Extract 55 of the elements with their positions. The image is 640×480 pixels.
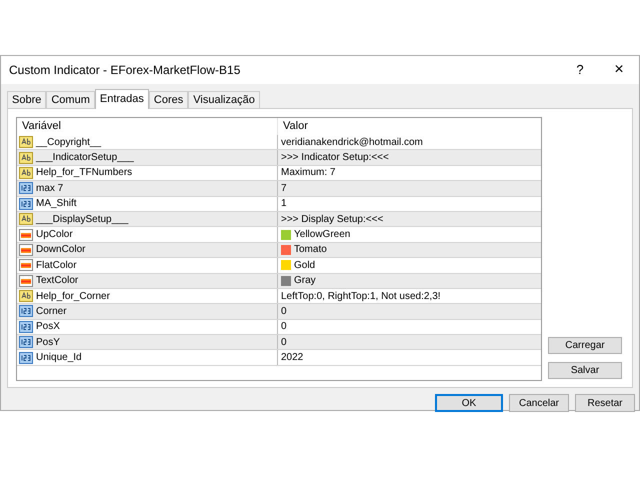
- number-type-icon: [19, 336, 33, 348]
- side-button[interactable]: Carregar: [548, 337, 622, 354]
- text-type-icon: [19, 290, 33, 302]
- window-title: Custom Indicator - EForex-MarketFlow-B15: [9, 62, 242, 79]
- side-button[interactable]: Salvar: [548, 362, 622, 379]
- variable-name: Help_for_Corner: [36, 290, 110, 304]
- variable-name: PosY: [36, 336, 60, 350]
- column-header[interactable]: Valor: [278, 118, 541, 135]
- tab[interactable]: Comum: [46, 91, 95, 108]
- value-text: Tomato: [294, 243, 327, 258]
- value-text: LeftTop:0, RightTop:1, Not used:2,3!: [281, 290, 441, 304]
- variable-name: __Copyright__: [36, 136, 102, 150]
- variable-name: DownColor: [36, 243, 86, 258]
- value-text: >>> Display Setup:<<<: [281, 212, 384, 227]
- value-text: 0: [281, 305, 287, 319]
- dialog-button[interactable]: OK: [435, 394, 503, 412]
- tab[interactable]: Cores: [148, 91, 188, 108]
- value-text: >>> Indicator Setup:<<<: [281, 151, 389, 166]
- variable-name: Corner: [36, 305, 67, 319]
- value-text: Gold: [294, 258, 316, 273]
- value-text: 2022: [281, 351, 304, 366]
- number-type-icon: [19, 352, 33, 364]
- variable-name: UpColor: [36, 228, 73, 242]
- tab[interactable]: Sobre: [7, 91, 46, 108]
- value-text: veridianakendrick@hotmail.com: [281, 136, 423, 150]
- number-type-icon: [19, 198, 33, 210]
- variable-name: TextColor: [36, 274, 78, 288]
- number-type-icon: [19, 305, 33, 318]
- text-type-icon: [19, 152, 33, 164]
- value-text: 1: [281, 197, 287, 212]
- text-type-icon: [19, 136, 33, 148]
- variable-name: FlatColor: [36, 258, 77, 273]
- variable-name: max 7: [36, 182, 64, 196]
- variable-name: Unique_Id: [36, 351, 82, 366]
- number-type-icon: [19, 182, 33, 194]
- value-text: 7: [281, 182, 287, 196]
- value-text: Maximum: 7: [281, 166, 336, 180]
- value-text: Gray: [294, 274, 316, 288]
- text-type-icon: [19, 213, 33, 226]
- close-button[interactable]: ×: [607, 58, 631, 82]
- tab[interactable]: Entradas: [94, 89, 149, 109]
- value-text: 0: [281, 320, 287, 334]
- value-text: 0: [281, 336, 287, 350]
- help-button[interactable]: ?: [565, 60, 595, 80]
- value-text: YellowGreen: [294, 228, 350, 242]
- variable-name: PosX: [36, 320, 60, 334]
- variable-name: ___DisplaySetup___: [36, 212, 128, 227]
- dialog-button[interactable]: Resetar: [575, 394, 635, 412]
- variable-name: MA_Shift: [36, 197, 77, 212]
- variable-name: Help_for_TFNumbers: [36, 166, 132, 180]
- dialog-button[interactable]: Cancelar: [509, 394, 569, 412]
- tab[interactable]: Visualização: [188, 91, 260, 108]
- text-type-icon: [19, 166, 33, 179]
- variable-name: ___IndicatorSetup___: [36, 151, 134, 166]
- number-type-icon: [19, 320, 33, 333]
